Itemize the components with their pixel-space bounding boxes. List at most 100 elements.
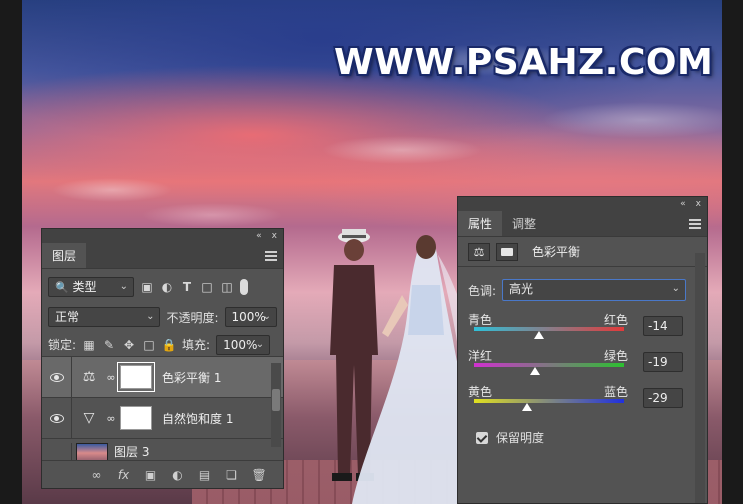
lock-artboard-icon[interactable]: □: [142, 338, 156, 352]
opacity-field[interactable]: 100% ⌄: [224, 307, 277, 327]
opacity-value: 100%: [231, 310, 266, 324]
visibility-toggle[interactable]: [42, 398, 72, 438]
layer-mask-thumbnail[interactable]: [117, 362, 155, 392]
panel-menu-icon[interactable]: [265, 251, 277, 261]
lock-transparency-icon[interactable]: ▦: [82, 338, 96, 352]
tab-layers[interactable]: 图层: [42, 243, 87, 268]
watermark-text: WWW.PSAHZ.COM: [334, 42, 714, 83]
slider-knob[interactable]: [533, 331, 544, 339]
chevron-down-icon: ⌄: [262, 311, 271, 322]
slider-left-label: 洋红: [468, 349, 493, 363]
layer-mask-thumbnail[interactable]: [120, 406, 152, 430]
trash-icon[interactable]: 🗑: [252, 468, 267, 482]
adjustment-title: 色彩平衡: [532, 245, 581, 259]
visibility-toggle[interactable]: [42, 443, 72, 460]
balance-icon[interactable]: ⚖: [468, 242, 490, 261]
panel-menu-icon[interactable]: [689, 219, 701, 229]
fx-button[interactable]: fx: [117, 468, 131, 482]
slider-right-label: 蓝色: [604, 385, 629, 399]
visibility-toggle[interactable]: [42, 357, 72, 397]
eye-icon: [49, 372, 64, 382]
layers-panel: « x 图层 🔍 类型 ⌄ ▣ ◐ T □ ◫ 正常 ⌄ 不透明度: 100% …: [41, 228, 284, 489]
layer-row[interactable]: ⚖ ∞ 色彩平衡 1: [42, 357, 283, 398]
slider-value-field[interactable]: -29: [643, 388, 683, 408]
search-icon: 🔍: [55, 281, 69, 294]
lock-position-icon[interactable]: ✥: [122, 338, 136, 352]
layer-row[interactable]: 图层 3: [42, 439, 283, 461]
layer-name[interactable]: 图层 3: [114, 443, 149, 460]
adjustment-filter-icon[interactable]: ◐: [160, 280, 174, 294]
smart-object-filter-icon[interactable]: ◫: [220, 280, 234, 294]
slider-knob[interactable]: [529, 367, 540, 375]
image-thumbnail: [76, 443, 108, 460]
link-layers-icon[interactable]: ∞: [90, 468, 104, 482]
new-adjustment-icon[interactable]: ◐: [171, 468, 185, 482]
layer-name[interactable]: 色彩平衡 1: [162, 369, 221, 386]
filter-toggle-icon[interactable]: [240, 279, 248, 295]
add-mask-icon[interactable]: ▣: [144, 468, 158, 482]
close-icon[interactable]: x: [272, 229, 277, 243]
blend-mode-select[interactable]: 正常 ⌄: [48, 307, 161, 327]
layer-name[interactable]: 自然饱和度 1: [162, 410, 233, 427]
preserve-luminosity-label: 保留明度: [496, 431, 545, 445]
tone-row: 色调: 高光 ⌄: [458, 267, 707, 301]
properties-panel-topbar: « x: [458, 197, 707, 211]
close-icon[interactable]: x: [696, 197, 701, 211]
magenta-green-slider: 洋红 绿色 -19: [468, 347, 697, 383]
link-icon[interactable]: ∞: [106, 371, 116, 384]
tone-select[interactable]: 高光 ⌄: [502, 279, 687, 301]
preserve-luminosity-checkbox[interactable]: [476, 431, 488, 444]
shape-filter-icon[interactable]: □: [200, 280, 214, 294]
fill-field[interactable]: 100% ⌄: [216, 334, 271, 355]
properties-tabbar: 属性 调整: [458, 211, 707, 237]
tab-properties[interactable]: 属性: [458, 211, 503, 236]
slider-track[interactable]: [474, 327, 624, 331]
layers-panel-topbar: « x: [42, 229, 283, 243]
pixel-filter-icon[interactable]: ▣: [140, 280, 154, 294]
tab-adjustments[interactable]: 调整: [502, 211, 546, 236]
fill-label: 填充:: [182, 338, 211, 352]
tone-value: 高光: [509, 282, 534, 296]
blend-opacity-row: 正常 ⌄ 不透明度: 100% ⌄: [42, 299, 283, 329]
new-layer-icon[interactable]: ❏: [225, 468, 239, 482]
slider-right-label: 红色: [604, 313, 629, 327]
balance-icon: ⚖: [82, 369, 96, 385]
slider-value-field[interactable]: -14: [643, 316, 683, 336]
text-filter-icon[interactable]: T: [180, 280, 194, 294]
eye-icon: [49, 413, 64, 423]
kind-filter-value: 类型: [72, 280, 97, 294]
slider-track[interactable]: [474, 399, 624, 403]
chevron-down-icon: ⌄: [255, 338, 265, 350]
properties-scrollbar[interactable]: [695, 253, 705, 503]
collapse-icon[interactable]: «: [680, 197, 686, 211]
tone-label: 色调:: [468, 283, 497, 298]
slider-knob[interactable]: [522, 403, 533, 411]
scrollbar-thumb[interactable]: [272, 389, 280, 411]
lock-fill-row: 锁定: ▦ ✎ ✥ □ 🔒 填充: 100% ⌄: [42, 329, 283, 357]
yellow-blue-slider: 黄色 蓝色 -29: [468, 383, 697, 419]
kind-filter-select[interactable]: 🔍 类型 ⌄: [48, 277, 134, 297]
blend-mode-value: 正常: [55, 310, 80, 324]
chevron-down-icon: ⌄: [119, 281, 128, 292]
slider-right-label: 绿色: [604, 349, 629, 363]
layer-row[interactable]: ▽ ∞ 自然饱和度 1: [42, 398, 283, 439]
lock-all-icon[interactable]: 🔒: [162, 338, 177, 352]
slider-left-label: 青色: [468, 313, 493, 327]
lock-pixels-icon[interactable]: ✎: [102, 338, 116, 352]
layers-footer: ∞ fx ▣ ◐ ▤ ❏ 🗑: [42, 460, 283, 488]
slider-value-field[interactable]: -19: [643, 352, 683, 372]
vibrance-icon: ▽: [83, 410, 95, 426]
chevron-down-icon: ⌄: [146, 311, 155, 322]
opacity-label: 不透明度:: [166, 310, 219, 325]
link-icon[interactable]: ∞: [106, 412, 116, 425]
slider-track[interactable]: [474, 363, 624, 367]
preserve-luminosity-row: 保留明度: [458, 419, 707, 456]
chevron-down-icon: ⌄: [671, 283, 681, 294]
collapse-icon[interactable]: «: [256, 229, 262, 243]
properties-panel: « x 属性 调整 ⚖ 色彩平衡 色调: 高光 ⌄ 青色 红色 -14 洋红 绿…: [457, 196, 708, 504]
new-group-icon[interactable]: ▤: [198, 468, 212, 482]
layers-scrollbar[interactable]: [271, 363, 281, 447]
mask-icon[interactable]: [496, 242, 518, 261]
cyan-red-slider: 青色 红色 -14: [468, 311, 697, 347]
slider-left-label: 黄色: [468, 385, 493, 399]
